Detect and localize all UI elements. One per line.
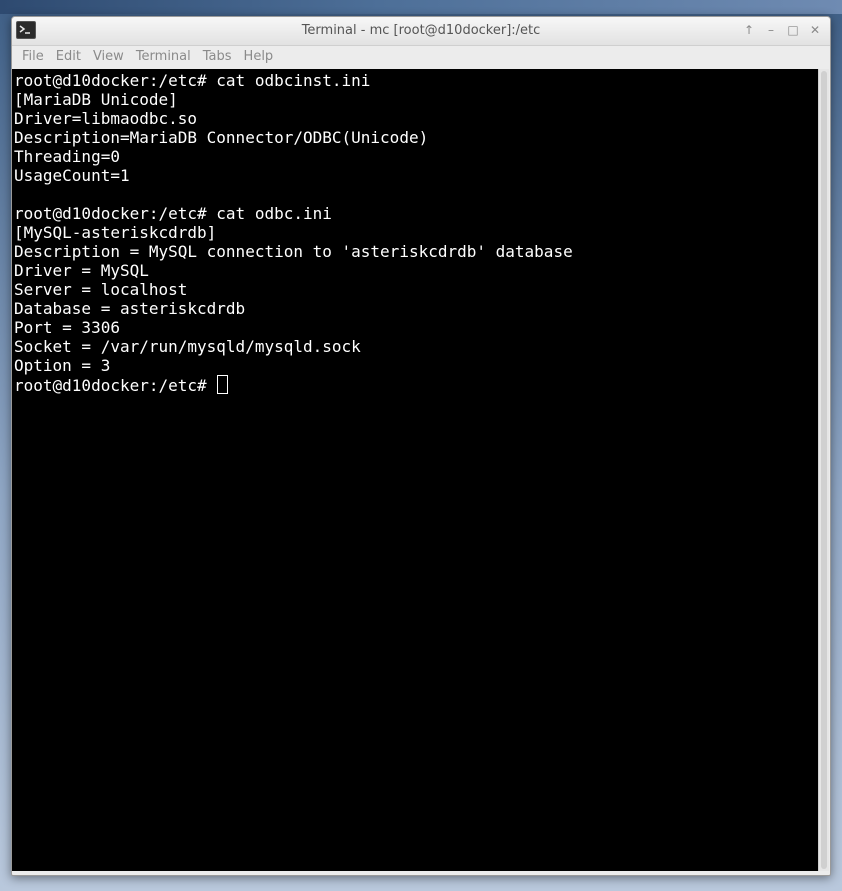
terminal-output[interactable]: root@d10docker:/etc# cat odbcinst.ini [M…	[12, 69, 818, 871]
menu-edit[interactable]: Edit	[50, 46, 87, 68]
terminal-prompt-line[interactable]: root@d10docker:/etc#	[14, 375, 818, 395]
terminal-window: Terminal - mc [root@d10docker]:/etc ↑ – …	[11, 16, 831, 876]
terminal-line: root@d10docker:/etc# cat odbcinst.ini	[14, 71, 371, 90]
terminal-line: Threading=0	[14, 147, 120, 166]
scrollbar[interactable]	[818, 69, 829, 871]
terminal-line: Description = MySQL connection to 'aster…	[14, 242, 573, 261]
arrow-up-icon[interactable]: ↑	[740, 21, 758, 39]
terminal-line: Option = 3	[14, 356, 111, 375]
desktop-background	[0, 0, 842, 14]
terminal-line: UsageCount=1	[14, 166, 130, 185]
terminal-line: Port = 3306	[14, 318, 120, 337]
menu-help[interactable]: Help	[238, 46, 280, 68]
terminal-line: Server = localhost	[14, 280, 188, 299]
terminal-line: root@d10docker:/etc# cat odbc.ini	[14, 204, 332, 223]
terminal-line: [MySQL-asteriskcdrdb]	[14, 223, 217, 242]
terminal-line: Driver = MySQL	[14, 261, 149, 280]
cursor	[217, 375, 229, 394]
terminal-line: Description=MariaDB Connector/ODBC(Unico…	[14, 128, 429, 147]
window-controls: ↑ – □ ✕	[740, 21, 824, 39]
scrollbar-thumb[interactable]	[821, 71, 827, 869]
close-icon[interactable]: ✕	[806, 21, 824, 39]
menu-terminal[interactable]: Terminal	[130, 46, 197, 68]
terminal-line: Socket = /var/run/mysqld/mysqld.sock	[14, 337, 361, 356]
title-bar[interactable]: Terminal - mc [root@d10docker]:/etc ↑ – …	[12, 17, 830, 46]
terminal-line: [MariaDB Unicode]	[14, 90, 178, 109]
menu-bar: File Edit View Terminal Tabs Help	[12, 46, 830, 68]
window-title: Terminal - mc [root@d10docker]:/etc	[301, 23, 541, 38]
terminal-line: Driver=libmaodbc.so	[14, 109, 198, 128]
terminal-line: Database = asteriskcdrdb	[14, 299, 246, 318]
menu-file[interactable]: File	[16, 46, 50, 68]
maximize-icon[interactable]: □	[784, 21, 802, 39]
menu-tabs[interactable]: Tabs	[197, 46, 238, 68]
menu-view[interactable]: View	[87, 46, 130, 68]
terminal-prompt: root@d10docker:/etc#	[14, 376, 217, 395]
minimize-icon[interactable]: –	[762, 21, 780, 39]
